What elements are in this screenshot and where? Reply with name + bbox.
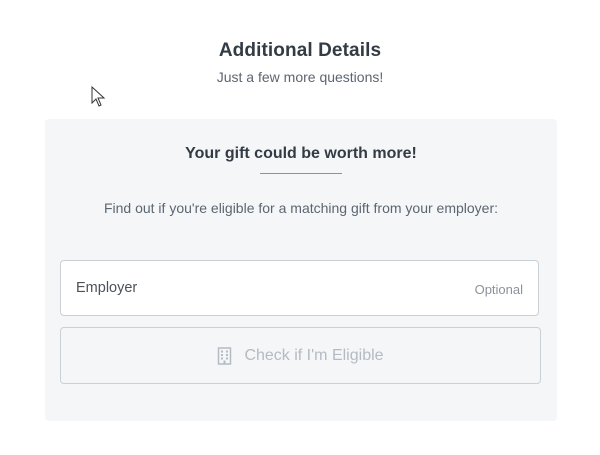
additional-details-page: Additional Details Just a few more quest… xyxy=(0,0,600,455)
matching-gift-description: Find out if you're eligible for a matchi… xyxy=(103,200,499,216)
employer-field-label: Employer xyxy=(76,280,138,296)
employer-input[interactable]: Employer Optional xyxy=(60,260,539,316)
matching-gift-title: Your gift could be worth more! xyxy=(185,145,417,162)
matching-gift-card: Your gift could be worth more! Find out … xyxy=(45,119,557,421)
page-subtitle: Just a few more questions! xyxy=(216,69,384,85)
check-eligible-button[interactable]: Check if I'm Eligible xyxy=(60,327,541,384)
mouse-cursor-icon xyxy=(91,86,106,107)
title-divider xyxy=(260,173,342,174)
building-icon xyxy=(218,346,232,365)
check-eligible-label: Check if I'm Eligible xyxy=(244,346,384,364)
optional-label: Optional xyxy=(474,282,523,297)
page-title: Additional Details xyxy=(218,40,382,61)
